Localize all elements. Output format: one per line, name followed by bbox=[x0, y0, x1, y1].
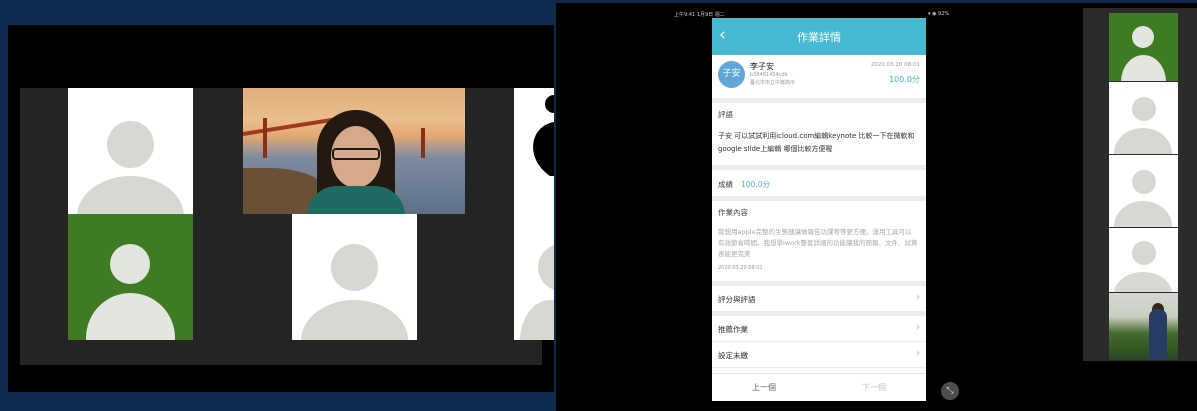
logo-icon bbox=[533, 95, 554, 176]
status-bar-battery: ▾ ◉ 92% bbox=[928, 11, 950, 17]
participant-tile[interactable] bbox=[68, 214, 193, 340]
glasses bbox=[332, 148, 380, 160]
avatar-body-icon bbox=[1114, 201, 1172, 227]
assignment-content-section: 作業內容 我想用apple完整的生態鏈讓做報告功課等等更方便。運用工具可以有效節… bbox=[712, 201, 926, 281]
person-body bbox=[307, 186, 405, 214]
avatar-body-icon bbox=[1114, 272, 1172, 292]
student-school: 臺北市市立中崙高中 bbox=[750, 80, 796, 86]
participant-tile[interactable] bbox=[1109, 13, 1178, 81]
chevron-right-icon: › bbox=[916, 322, 920, 333]
menu-item-label: 評分與評語 bbox=[718, 295, 756, 304]
avatar-placeholder-icon bbox=[1132, 26, 1154, 48]
bridge-tower bbox=[263, 118, 267, 158]
person-body bbox=[1149, 309, 1167, 360]
participant-tile[interactable] bbox=[514, 214, 554, 340]
avatar-body-icon bbox=[1121, 55, 1166, 81]
avatar-body-icon bbox=[520, 300, 554, 340]
participant-photo-tile[interactable] bbox=[1109, 293, 1178, 360]
grade-value: 100.0分 bbox=[741, 180, 770, 189]
avatar-placeholder-icon bbox=[538, 244, 554, 291]
chevron-right-icon: › bbox=[916, 292, 920, 303]
participant-tile[interactable] bbox=[1109, 228, 1178, 292]
avatar-placeholder-icon bbox=[1132, 97, 1156, 121]
participant-tile[interactable] bbox=[1109, 82, 1178, 154]
avatar: 子安 bbox=[718, 61, 745, 88]
avatar-placeholder-icon bbox=[110, 244, 150, 284]
menu-item-label: 推薦作業 bbox=[718, 325, 748, 334]
student-id: b38481454cdb bbox=[750, 72, 788, 78]
participant-video-tile[interactable] bbox=[243, 88, 465, 214]
avatar-placeholder-icon bbox=[1132, 170, 1156, 194]
content-text: 我想用apple完整的生態鏈讓做報告功課等等更方便。運用工具可以有效節省時間。我… bbox=[718, 228, 918, 258]
menu-item-mark-missing[interactable]: 設定未繳 › bbox=[712, 342, 926, 367]
menu-item-label: 設定未繳 bbox=[718, 351, 748, 360]
nav-bar: ‹ 作業詳情 bbox=[712, 18, 926, 55]
participant-tile[interactable] bbox=[1109, 155, 1178, 227]
comment-label: 評語 bbox=[718, 110, 733, 119]
content-date: 2020.03.20 08:01 bbox=[718, 265, 763, 271]
participant-tile[interactable] bbox=[292, 214, 417, 340]
participant-tile[interactable] bbox=[68, 88, 193, 214]
app-window: ‹ 作業詳情 子安 李子安 b38481454cdb 臺北市市立中崙高中 202… bbox=[712, 18, 926, 401]
avatar-body-icon bbox=[1114, 128, 1172, 154]
grade-label: 成績 bbox=[718, 180, 733, 189]
comment-section: 評語 子安 可以試試利用icloud.com編輯keynote 比較一下在微軟和… bbox=[712, 103, 926, 165]
previous-button[interactable]: 上一個 bbox=[752, 382, 776, 393]
menu-item-grade-comment[interactable]: 評分與評語 › bbox=[712, 286, 926, 311]
avatar-body-icon bbox=[77, 176, 184, 214]
participant-logo-tile[interactable] bbox=[514, 88, 554, 214]
content-label: 作業內容 bbox=[718, 208, 748, 217]
avatar-body-icon bbox=[86, 293, 175, 340]
comment-text: 子安 可以試試利用icloud.com編輯keynote 比較一下在微軟和goo… bbox=[718, 132, 915, 153]
avatar-placeholder-icon bbox=[1132, 241, 1156, 265]
avatar-placeholder-icon bbox=[107, 121, 154, 168]
next-button[interactable]: 下一個 bbox=[862, 382, 886, 393]
video-gallery bbox=[8, 25, 554, 392]
student-name: 李子安 bbox=[750, 62, 774, 71]
menu-item-recommend[interactable]: 推薦作業 › bbox=[712, 316, 926, 341]
status-bar-time: 上午9:41 1月9日 週二 bbox=[674, 12, 725, 18]
avatar-placeholder-icon bbox=[331, 244, 378, 291]
assistive-touch-icon[interactable]: ⤡ bbox=[941, 382, 959, 400]
shared-screen: 上午9:41 1月9日 週二 ▾ ◉ 92% ‹ 作業詳情 子安 李子安 b38… bbox=[556, 3, 1197, 411]
participant-strip bbox=[1083, 8, 1197, 361]
page-title: 作業詳情 bbox=[797, 31, 841, 44]
bottom-nav: 上一個 下一個 bbox=[712, 373, 926, 401]
avatar-body-icon bbox=[301, 300, 408, 340]
student-card: 子安 李子安 b38481454cdb 臺北市市立中崙高中 2020.03.20… bbox=[712, 55, 926, 98]
student-score: 100.0分 bbox=[889, 75, 920, 84]
bridge-tower bbox=[421, 128, 425, 158]
submission-date: 2020.03.20 08:01 bbox=[870, 62, 920, 68]
chevron-right-icon: › bbox=[916, 348, 920, 359]
grade-section: 成績 100.0分 bbox=[712, 170, 926, 196]
